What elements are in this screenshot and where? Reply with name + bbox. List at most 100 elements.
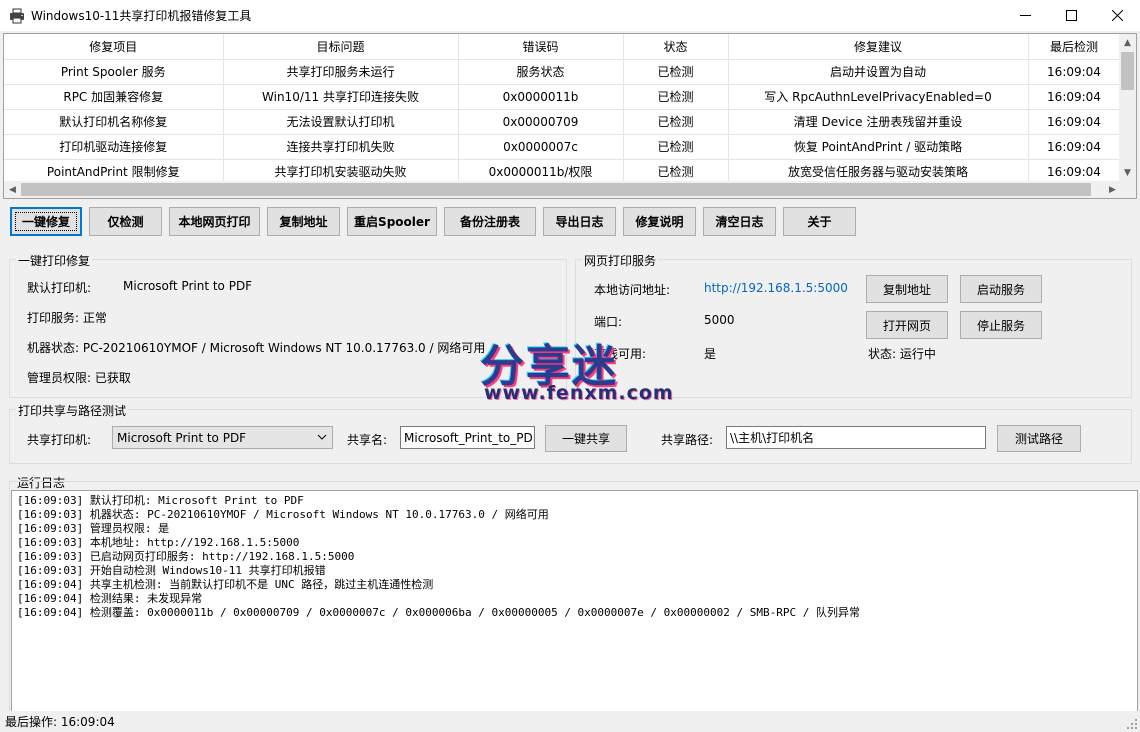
table-cell: 16:09:04 bbox=[1028, 134, 1121, 160]
share-printer-label: 共享打印机: bbox=[27, 433, 92, 447]
machine-status: 机器状态: PC-20210610YMOF / Microsoft Window… bbox=[27, 341, 486, 355]
table-cell: 共享打印服务未运行 bbox=[223, 59, 459, 85]
repair-items-table[interactable]: 修复项目 目标问题 错误码 状态 修复建议 最后检测 Print Spooler… bbox=[3, 33, 1137, 199]
scrollbar-corner bbox=[1119, 181, 1136, 198]
table-cell: 16:09:04 bbox=[1028, 59, 1121, 85]
column-header[interactable]: 修复建议 bbox=[728, 34, 1029, 60]
maximize-icon bbox=[1065, 10, 1077, 21]
one-click-fix-button[interactable]: 一键修复 bbox=[10, 207, 82, 236]
table-row[interactable]: 默认打印机名称修复 无法设置默认打印机 0x00000709 已检测 清理 De… bbox=[4, 109, 1121, 135]
table-row[interactable]: RPC 加固兼容修复 Win10/11 共享打印连接失败 0x0000011b … bbox=[4, 84, 1121, 110]
table-cell: 已检测 bbox=[623, 84, 729, 110]
scroll-thumb[interactable] bbox=[1121, 52, 1134, 90]
one-click-share-button[interactable]: 一键共享 bbox=[545, 425, 627, 452]
log-line: [16:09:03] 已启动网页打印服务: http://192.168.1.5… bbox=[17, 550, 355, 563]
table-row[interactable]: Print Spooler 服务 共享打印服务未运行 服务状态 已检测 启动并设… bbox=[4, 59, 1121, 85]
title-bar: Windows10-11共享打印机报错修复工具 bbox=[0, 0, 1140, 31]
table-cell: 0x0000011b bbox=[458, 84, 624, 110]
detect-only-button[interactable]: 仅检测 bbox=[89, 207, 162, 236]
log-line: [16:09:03] 默认打印机: Microsoft Print to PDF bbox=[17, 494, 304, 507]
print-service-status: 打印服务: 正常 bbox=[27, 311, 107, 325]
default-printer-value: Microsoft Print to PDF bbox=[123, 279, 253, 293]
window-title: Windows10-11共享打印机报错修复工具 bbox=[31, 9, 252, 23]
web-copy-address-button[interactable]: 复制地址 bbox=[866, 275, 948, 303]
table-cell: 打印机驱动连接修复 bbox=[4, 134, 224, 160]
share-name-input[interactable]: Microsoft_Print_to_PDF bbox=[400, 426, 535, 449]
local-address-label: 本地访问地址: bbox=[594, 283, 671, 297]
table-cell: 已检测 bbox=[623, 109, 729, 135]
table-vertical-scrollbar[interactable]: ▲ ▼ bbox=[1119, 34, 1136, 181]
minimize-icon bbox=[1019, 15, 1031, 16]
clear-log-button[interactable]: 清空日志 bbox=[703, 207, 776, 236]
start-service-button[interactable]: 启动服务 bbox=[960, 275, 1042, 303]
minimize-button[interactable] bbox=[1002, 0, 1048, 31]
chevron-down-icon bbox=[317, 434, 327, 440]
table-row[interactable]: 打印机驱动连接修复 连接共享打印机失败 0x0000007c 已检测 恢复 Po… bbox=[4, 134, 1121, 160]
column-header[interactable]: 错误码 bbox=[458, 34, 624, 60]
table-cell: 已检测 bbox=[623, 134, 729, 160]
log-line: [16:09:04] 共享主机检测: 当前默认打印机不是 UNC 路径，跳过主机… bbox=[17, 578, 434, 591]
port-label: 端口: bbox=[594, 315, 623, 329]
status-text: 最后操作: 16:09:04 bbox=[5, 715, 115, 729]
fix-notes-button[interactable]: 修复说明 bbox=[623, 207, 696, 236]
scroll-left-icon[interactable]: ◀ bbox=[4, 181, 21, 198]
run-log[interactable]: [16:09:03] 默认打印机: Microsoft Print to PDF… bbox=[11, 490, 1138, 712]
table-cell: 连接共享打印机失败 bbox=[223, 134, 459, 160]
table-cell: 0x00000709 bbox=[458, 109, 624, 135]
log-line: [16:09:03] 机器状态: PC-20210610YMOF / Micro… bbox=[17, 508, 549, 521]
status-bar: 最后操作: 16:09:04 bbox=[0, 711, 1140, 732]
export-log-button[interactable]: 导出日志 bbox=[543, 207, 616, 236]
table-cell: 写入 RpcAuthnLevelPrivacyEnabled=0 bbox=[728, 84, 1029, 110]
table-cell: 默认打印机名称修复 bbox=[4, 109, 224, 135]
port-value: 5000 bbox=[704, 313, 735, 327]
close-button[interactable] bbox=[1094, 0, 1140, 31]
group-title: 网页打印服务 bbox=[582, 252, 659, 269]
table-cell: 启动并设置为自动 bbox=[728, 59, 1029, 85]
column-header[interactable]: 修复项目 bbox=[4, 34, 224, 60]
scroll-up-icon[interactable]: ▲ bbox=[1119, 34, 1136, 51]
table-horizontal-scrollbar[interactable]: ◀ ▶ bbox=[4, 181, 1121, 198]
backup-registry-button[interactable]: 备份注册表 bbox=[444, 207, 536, 236]
local-address-link[interactable]: http://192.168.1.5:5000 bbox=[704, 281, 848, 295]
default-printer-label: 默认打印机: bbox=[27, 281, 92, 295]
stop-service-button[interactable]: 停止服务 bbox=[960, 311, 1042, 339]
watermark: 分享迷 www.fenxm.com bbox=[480, 330, 673, 405]
share-path-label: 共享路径: bbox=[661, 433, 714, 447]
share-printer-selected: Microsoft Print to PDF bbox=[117, 430, 247, 445]
table-cell: 清理 Device 注册表残留并重设 bbox=[728, 109, 1029, 135]
table-cell: 已检测 bbox=[623, 59, 729, 85]
table-cell: 服务状态 bbox=[458, 59, 624, 85]
log-line: [16:09:03] 开始自动检测 Windows10-11 共享打印机报错 bbox=[17, 564, 326, 577]
table-cell: Print Spooler 服务 bbox=[4, 59, 224, 85]
table-cell: Win10/11 共享打印连接失败 bbox=[223, 84, 459, 110]
scroll-thumb[interactable] bbox=[21, 183, 1091, 196]
table-cell: RPC 加固兼容修复 bbox=[4, 84, 224, 110]
share-printer-select[interactable]: Microsoft Print to PDF bbox=[112, 426, 333, 449]
column-header[interactable]: 状态 bbox=[623, 34, 729, 60]
maximize-button[interactable] bbox=[1048, 0, 1094, 31]
close-icon bbox=[1111, 10, 1123, 21]
watermark-url: www.fenxm.com bbox=[484, 382, 674, 404]
table-cell: 恢复 PointAndPrint / 驱动策略 bbox=[728, 134, 1029, 160]
table-cell: 无法设置默认打印机 bbox=[223, 109, 459, 135]
log-line: [16:09:04] 检测覆盖: 0x0000011b / 0x00000709… bbox=[17, 606, 860, 619]
table-cell: 0x0000007c bbox=[458, 134, 624, 160]
table-cell: 16:09:04 bbox=[1028, 84, 1121, 110]
column-header[interactable]: 目标问题 bbox=[223, 34, 459, 60]
scroll-down-icon[interactable]: ▼ bbox=[1119, 164, 1136, 181]
share-name-label: 共享名: bbox=[347, 433, 388, 447]
resize-grip-icon[interactable] bbox=[1126, 718, 1138, 730]
column-header[interactable]: 最后检测 bbox=[1028, 34, 1121, 60]
about-button[interactable]: 关于 bbox=[783, 207, 856, 236]
open-web-button[interactable]: 打开网页 bbox=[866, 311, 948, 339]
service-status: 状态: 运行中 bbox=[868, 347, 936, 361]
group-title: 一键打印修复 bbox=[16, 252, 93, 269]
table-cell: 16:09:04 bbox=[1028, 109, 1121, 135]
copy-address-button[interactable]: 复制地址 bbox=[267, 207, 340, 236]
local-web-print-button[interactable]: 本地网页打印 bbox=[169, 207, 260, 236]
share-path-input[interactable]: \\主机\打印机名 bbox=[726, 426, 986, 449]
table-header-row: 修复项目 目标问题 错误码 状态 修复建议 最后检测 bbox=[4, 34, 1121, 60]
test-path-button[interactable]: 测试路径 bbox=[997, 425, 1081, 452]
restart-spooler-button[interactable]: 重启Spooler bbox=[347, 207, 437, 236]
printer-icon bbox=[10, 8, 24, 23]
